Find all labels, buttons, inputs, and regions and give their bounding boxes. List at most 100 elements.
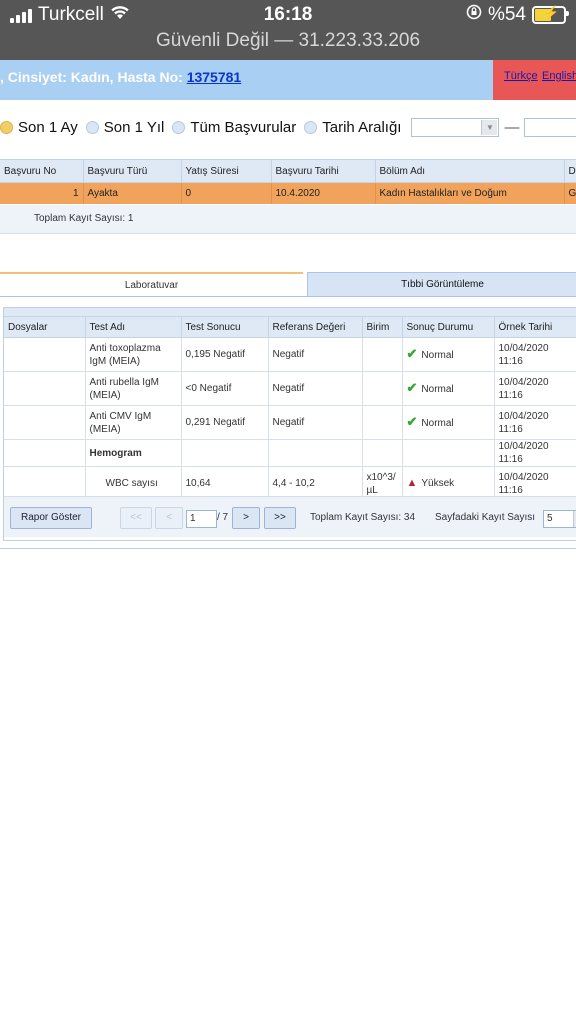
cell-result: <0 Negatif bbox=[181, 371, 269, 406]
cell-file bbox=[4, 371, 86, 406]
cell-unit bbox=[362, 405, 403, 440]
col-header[interactable]: Birim bbox=[362, 317, 403, 338]
lab-results-panel: Dosyalar Test Adı Test Sonucu Referans D… bbox=[3, 307, 576, 541]
show-report-button[interactable]: Rapor Göster bbox=[10, 507, 92, 529]
end-date-input[interactable] bbox=[524, 117, 576, 137]
cell-unit bbox=[362, 371, 403, 406]
filter-date-range[interactable]: Tarih Aralığı bbox=[304, 119, 401, 136]
table-row[interactable]: Anti rubella IgM (MEIA) <0 Negatif Negat… bbox=[4, 371, 576, 406]
check-icon: ✔ bbox=[406, 346, 418, 361]
page-size-select[interactable]: 5 ▼ bbox=[543, 510, 576, 528]
battery-percent: %54 bbox=[487, 4, 526, 25]
col-header[interactable]: Test Sonucu bbox=[181, 317, 269, 338]
dropdown-arrow-icon[interactable]: ▼ bbox=[481, 119, 498, 135]
battery-icon: ⚡ bbox=[532, 5, 569, 24]
filter-last-year[interactable]: Son 1 Yıl bbox=[85, 118, 165, 136]
cell-status: ✔ Normal bbox=[402, 337, 495, 372]
radio-icon[interactable] bbox=[85, 120, 99, 134]
lang-turkish-link[interactable]: Türkçe bbox=[504, 70, 538, 82]
col-header[interactable]: Başvuru Tarihi bbox=[271, 159, 376, 183]
patient-no-link[interactable]: 1375781 bbox=[187, 69, 242, 85]
first-page-button[interactable]: << bbox=[120, 507, 152, 529]
cell-test-group: Hemogram bbox=[85, 439, 182, 467]
cell-ref: Negatif bbox=[268, 405, 363, 440]
cell: 10.4.2020 bbox=[271, 182, 376, 204]
col-header[interactable]: Test Adı bbox=[85, 317, 182, 338]
col-header[interactable]: Dosyalar bbox=[4, 317, 86, 338]
patient-header: , Cinsiyet: Kadın, Hasta No: 1375781 bbox=[0, 60, 493, 100]
col-header[interactable]: Başvuru Türü bbox=[83, 159, 182, 183]
address-bar[interactable]: Güvenli Değil — 31.223.33.206 bbox=[0, 30, 576, 52]
table-row-selected[interactable]: 1 Ayakta 0 10.4.2020 Kadın Hastalıkları … bbox=[0, 182, 576, 204]
status-text: Normal bbox=[421, 418, 454, 429]
applications-footer: Toplam Kayıt Sayısı: 1 bbox=[0, 205, 576, 234]
start-date-input[interactable]: ▼ bbox=[411, 117, 500, 137]
cell-result bbox=[181, 439, 269, 467]
cell-date: 10/04/2020 11:16 bbox=[494, 371, 576, 406]
language-selector: Türkçe English bbox=[493, 60, 576, 100]
cell-date: 10/04/2020 11:16 bbox=[494, 439, 576, 467]
filter-all[interactable]: Tüm Başvurular bbox=[172, 119, 296, 136]
col-header[interactable]: Sonuç Durumu bbox=[402, 317, 495, 338]
cell: 0 bbox=[181, 182, 272, 204]
filter-label: Son 1 Ay bbox=[18, 118, 78, 136]
table-row[interactable]: Anti toxoplazma IgM (MEIA) 0,195 Negatif… bbox=[4, 337, 576, 372]
page-count: / 7 bbox=[217, 512, 229, 523]
tab-laboratory[interactable]: Laboratuvar bbox=[0, 272, 303, 298]
check-icon: ✔ bbox=[406, 380, 418, 395]
cell-file bbox=[4, 405, 86, 440]
table-row-group[interactable]: Hemogram 10/04/2020 11:16 bbox=[4, 439, 576, 467]
col-header[interactable]: Yatış Süresi bbox=[181, 159, 272, 183]
page-number-input[interactable]: 1 bbox=[186, 510, 217, 528]
cell: Kadın Hastalıkları ve Doğum bbox=[375, 182, 565, 204]
cell-file bbox=[4, 439, 86, 467]
next-page-button[interactable]: > bbox=[232, 507, 260, 529]
page-size-value: 5 bbox=[547, 513, 553, 524]
cell-result: 0,195 Negatif bbox=[181, 337, 269, 372]
table-header-row: Dosyalar Test Adı Test Sonucu Referans D… bbox=[4, 317, 576, 338]
radio-selected-icon[interactable] bbox=[0, 120, 13, 134]
radio-icon[interactable] bbox=[304, 120, 318, 134]
panel-toolbar bbox=[4, 308, 576, 317]
status-text: Yüksek bbox=[421, 478, 455, 489]
radio-icon[interactable] bbox=[172, 120, 186, 134]
last-page-button[interactable]: >> bbox=[264, 507, 296, 529]
cell: 1 bbox=[0, 182, 84, 204]
cell-test: Anti CMV IgM (MEIA) bbox=[85, 405, 182, 440]
col-header[interactable]: Örnek Tarihi bbox=[494, 317, 576, 338]
cell-test: Anti rubella IgM (MEIA) bbox=[85, 371, 182, 406]
section-divider bbox=[0, 548, 576, 549]
filter-label: Son 1 Yıl bbox=[103, 118, 165, 136]
col-header[interactable]: Referans Değeri bbox=[268, 317, 363, 338]
date-filter: Son 1 Ay Son 1 Yıl Tüm Başvurular Tarih … bbox=[0, 116, 576, 138]
cell-unit bbox=[362, 337, 403, 372]
range-separator: — bbox=[504, 118, 520, 136]
col-header[interactable]: De bbox=[564, 159, 576, 183]
cell-status: ✔ Normal bbox=[402, 371, 495, 406]
filter-label: Tarih Aralığı bbox=[322, 118, 402, 136]
lang-english-link[interactable]: English bbox=[542, 70, 576, 82]
patient-info: , Cinsiyet: Kadın, Hasta No: 1375781 bbox=[0, 69, 241, 85]
orientation-lock-icon bbox=[466, 4, 482, 26]
table-header-row: Başvuru No Başvuru Türü Yatış Süresi Baş… bbox=[0, 159, 576, 183]
filter-last-month[interactable]: Son 1 Ay bbox=[0, 119, 78, 136]
cell: G bbox=[564, 182, 576, 204]
tab-imaging[interactable]: Tıbbi Görüntüleme bbox=[307, 272, 576, 297]
cell-file bbox=[4, 337, 86, 372]
pager: Rapor Göster << < 1 / 7 > >> Toplam Kayı… bbox=[4, 496, 576, 537]
cell-ref: Negatif bbox=[268, 337, 363, 372]
cell-ref: Negatif bbox=[268, 371, 363, 406]
filter-label: Tüm Başvurular bbox=[190, 118, 297, 136]
cell-date: 10/04/2020 11:16 bbox=[494, 405, 576, 440]
table-row[interactable]: Anti CMV IgM (MEIA) 0,291 Negatif Negati… bbox=[4, 405, 576, 440]
col-header[interactable]: Bölüm Adı bbox=[375, 159, 565, 183]
col-header[interactable]: Başvuru No bbox=[0, 159, 84, 183]
status-text: Normal bbox=[421, 350, 454, 361]
page-size-label: Sayfadaki Kayıt Sayısı bbox=[435, 512, 536, 523]
cell-result: 0,291 Negatif bbox=[181, 405, 269, 440]
lab-results-table: Dosyalar Test Adı Test Sonucu Referans D… bbox=[4, 317, 576, 501]
cell: Ayakta bbox=[83, 182, 182, 204]
applications-total: Toplam Kayıt Sayısı: 1 bbox=[34, 213, 134, 224]
prev-page-button[interactable]: < bbox=[155, 507, 183, 529]
arrow-up-icon: ▲ bbox=[406, 477, 418, 489]
